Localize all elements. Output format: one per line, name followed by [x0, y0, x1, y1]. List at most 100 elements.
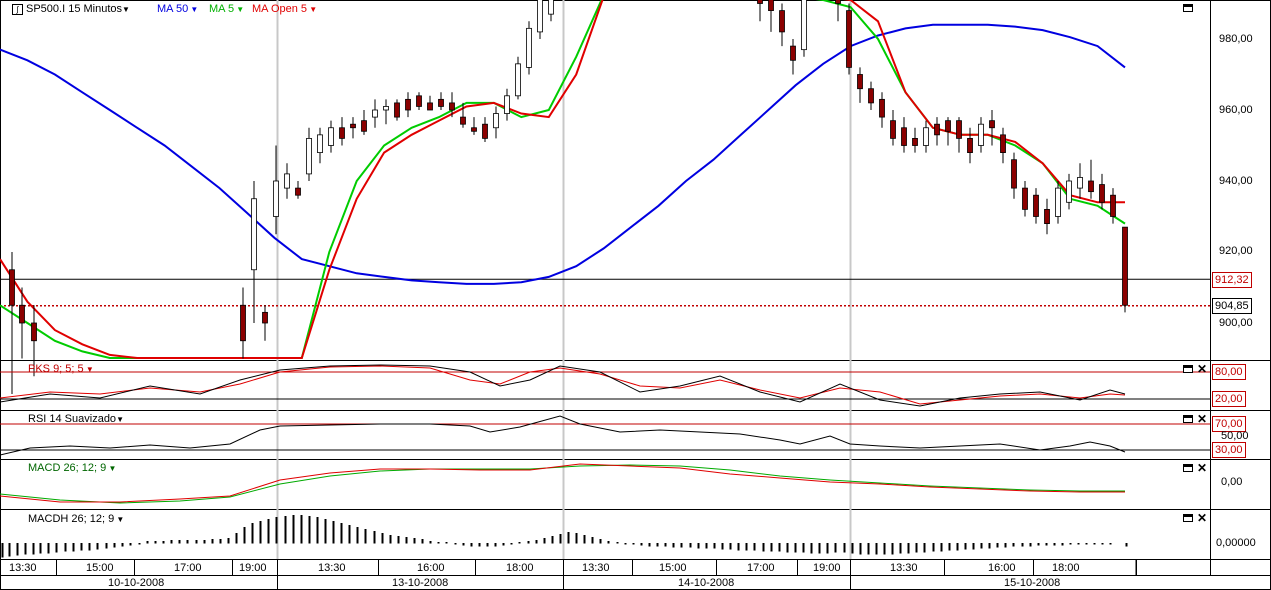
chart-window: ∫ SP500.I 15 Minutos▼ MA 50 ▼ MA 5 ▼ MA O…: [0, 0, 1271, 590]
macd-legend[interactable]: MACD 26; 12; 9 ▼: [28, 462, 116, 475]
date-label: 13-10-2008: [392, 577, 449, 589]
maximize-icon[interactable]: [1183, 365, 1193, 373]
time-label: 18:00: [506, 562, 534, 574]
time-label: 17:00: [747, 562, 775, 574]
candle: [295, 187, 301, 196]
close-icon[interactable]: ✕: [1197, 363, 1207, 375]
chart-border: [0, 0, 1271, 590]
dropdown-arrow-icon: ▼: [307, 5, 318, 14]
candle: [868, 88, 874, 104]
symbol-label: SP500.I 15 Minutos: [26, 3, 123, 15]
time-label: 15:00: [659, 562, 687, 574]
candle: [835, 0, 841, 4]
candle: [9, 269, 15, 306]
rsi-label: RSI 14 Suavizado: [28, 413, 117, 425]
candle: [1122, 226, 1128, 306]
candle: [890, 120, 896, 139]
time-label: 19:00: [813, 562, 841, 574]
candle: [19, 304, 25, 324]
time-label: 13:30: [318, 562, 346, 574]
maximize-icon[interactable]: [1183, 4, 1193, 12]
dropdown-arrow-icon: ▼: [114, 515, 125, 524]
ma50-legend[interactable]: MA 50 ▼: [157, 3, 198, 16]
candle: [449, 102, 455, 111]
candle: [923, 127, 929, 146]
time-label: 18:00: [1052, 562, 1080, 574]
close-icon[interactable]: ✕: [1197, 413, 1207, 425]
candle: [251, 198, 257, 271]
candle: [757, 0, 763, 4]
candle: [1033, 194, 1039, 217]
candle: [427, 102, 433, 111]
candle: [934, 123, 940, 136]
dropdown-arrow-icon: ▼: [234, 5, 245, 14]
candle: [515, 63, 521, 97]
macd-zero-tick: 0,00: [1221, 476, 1243, 488]
close-icon[interactable]: ✕: [1197, 512, 1207, 524]
date-label: 10-10-2008: [108, 577, 165, 589]
candle: [801, 0, 807, 51]
time-label: 17:00: [174, 562, 202, 574]
maximize-icon[interactable]: [1183, 464, 1193, 472]
ma5-label: MA 5: [209, 3, 235, 15]
close-price-tag: 904,85: [1212, 298, 1252, 314]
maximize-icon[interactable]: [1183, 415, 1193, 423]
candle: [956, 120, 962, 139]
time-label: 15:00: [86, 562, 114, 574]
candle: [846, 10, 852, 68]
candle: [240, 304, 246, 342]
macdh-legend[interactable]: MACDH 26; 12; 9 ▼: [28, 513, 124, 526]
candle: [372, 109, 378, 118]
candle: [405, 98, 411, 111]
candle: [1022, 187, 1028, 210]
dropdown-arrow-icon: ▼: [122, 5, 130, 14]
candle: [504, 95, 510, 114]
maopen-label: MA Open 5: [252, 3, 308, 15]
ma50-label: MA 50: [157, 3, 189, 15]
candle: [537, 0, 543, 33]
candle: [779, 10, 785, 33]
candle: [912, 137, 918, 146]
dropdown-arrow-icon: ▼: [188, 5, 199, 14]
candle: [350, 123, 356, 129]
candle: [31, 322, 37, 342]
candle: [262, 311, 268, 324]
rsi-legend[interactable]: RSI 14 Suavizado▼: [28, 413, 124, 426]
candle: [967, 137, 973, 153]
candle: [383, 106, 389, 111]
dropdown-arrow-icon: ▼: [106, 464, 117, 473]
candle: [857, 74, 863, 90]
maximize-icon[interactable]: [1183, 514, 1193, 522]
price-tick: 940,00: [1219, 175, 1253, 187]
candle: [901, 127, 907, 146]
chart-type-icon: ∫: [12, 4, 23, 15]
price-tick: 900,00: [1219, 317, 1253, 329]
candle: [1088, 180, 1094, 193]
candle: [879, 98, 885, 118]
pks-upper-tag: 80,00: [1212, 364, 1246, 380]
candle: [493, 113, 499, 129]
candle: [416, 95, 422, 107]
close-icon[interactable]: ✕: [1197, 462, 1207, 474]
macdh-zero-tick: 0,00000: [1216, 537, 1256, 549]
candle: [361, 120, 367, 132]
candle: [1066, 180, 1072, 203]
pks-label: PKS 9; 5; 5: [28, 363, 84, 375]
candle: [1077, 177, 1083, 189]
macd-label: MACD 26; 12; 9: [28, 462, 107, 474]
candle: [306, 137, 312, 175]
symbol-selector[interactable]: ∫ SP500.I 15 Minutos▼: [12, 3, 130, 16]
time-label: 16:00: [417, 562, 445, 574]
ma5-legend[interactable]: MA 5 ▼: [209, 3, 244, 16]
maopen-legend[interactable]: MA Open 5 ▼: [252, 3, 317, 16]
time-label: 16:00: [988, 562, 1016, 574]
candle: [1110, 194, 1116, 217]
pks-legend[interactable]: PKS 9; 5; 5 ▼: [28, 363, 94, 376]
price-tick: 920,00: [1219, 245, 1253, 257]
candle: [273, 180, 279, 217]
candle: [328, 127, 334, 146]
chart-canvas: [0, 0, 1271, 590]
candle: [1011, 159, 1017, 189]
time-label: 19:00: [239, 562, 267, 574]
rsi-mid-tick: 50,00: [1221, 430, 1249, 442]
